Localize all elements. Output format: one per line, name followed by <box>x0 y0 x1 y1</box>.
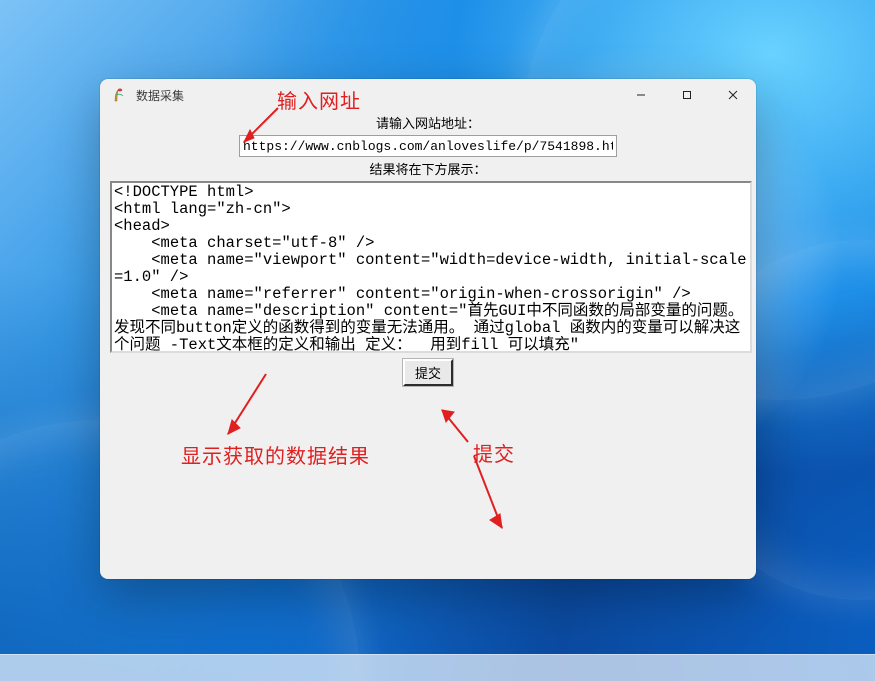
minimize-button[interactable] <box>618 79 664 111</box>
maximize-button[interactable] <box>664 79 710 111</box>
form-area: 请输入网站地址： 结果将在下方展示： <!DOCTYPE html> <html… <box>100 113 756 386</box>
close-button[interactable] <box>710 79 756 111</box>
url-input[interactable] <box>239 135 617 157</box>
app-window: 数据采集 请输入网站地址： 结果将在下方展示： <!DOCTYPE html> … <box>100 79 756 579</box>
app-icon <box>112 87 128 103</box>
window-title: 数据采集 <box>136 87 184 104</box>
desktop-background: 数据采集 请输入网站地址： 结果将在下方展示： <!DOCTYPE html> … <box>0 0 875 681</box>
titlebar[interactable]: 数据采集 <box>100 79 756 111</box>
submit-button[interactable]: 提交 <box>403 359 453 386</box>
result-textbox[interactable]: <!DOCTYPE html> <html lang="zh-cn"> <hea… <box>110 181 752 353</box>
result-prompt-label: 结果将在下方展示： <box>110 159 746 178</box>
url-prompt-label: 请输入网站地址： <box>110 113 746 132</box>
taskbar[interactable] <box>0 654 875 681</box>
